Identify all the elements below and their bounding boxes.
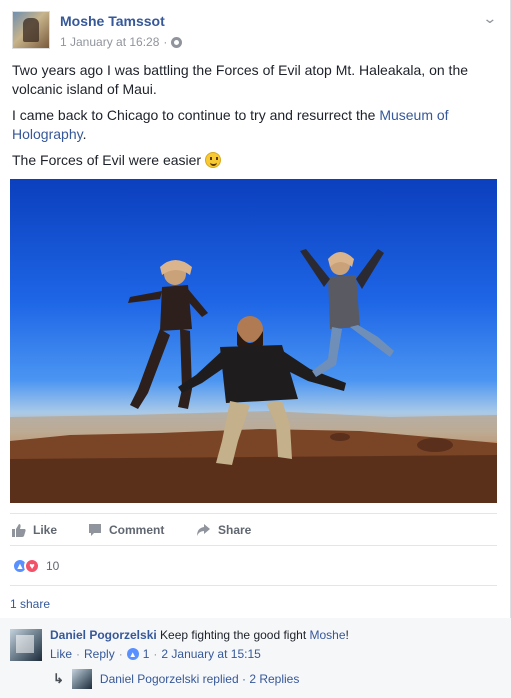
- share-button[interactable]: Share: [196, 523, 251, 537]
- comment-dot-3: ·: [153, 647, 158, 661]
- divider-top: [10, 513, 497, 514]
- author-avatar[interactable]: [12, 11, 50, 49]
- globe-icon[interactable]: [171, 36, 183, 48]
- reaction-count: 10: [46, 559, 60, 573]
- post-meta: 1 January at 16:28 ·: [60, 35, 183, 49]
- divider-reactions: [10, 585, 497, 586]
- replies-text: Daniel Pogorzelski replied · 2 Replies: [100, 672, 299, 686]
- comment-bubble-icon: [89, 524, 101, 536]
- p3-text: The Forces of Evil were easier: [12, 152, 205, 168]
- shares-count[interactable]: 1 share: [10, 597, 50, 611]
- share-label: Share: [218, 523, 252, 537]
- thumbs-up-icon: [12, 524, 26, 537]
- replies-count[interactable]: replied · 2 Replies: [199, 672, 300, 686]
- replier-name[interactable]: Daniel Pogorzelski: [100, 672, 199, 686]
- author-name[interactable]: Moshe Tamssot: [60, 13, 165, 29]
- post-text: Two years ago I was battling the Forces …: [12, 61, 492, 177]
- commenter-name[interactable]: Daniel Pogorzelski: [50, 628, 157, 642]
- post-paragraph-2: I came back to Chicago to continue to tr…: [12, 106, 492, 144]
- divider-actions: [10, 545, 497, 546]
- comment-like-count[interactable]: 1: [143, 647, 150, 661]
- smiley-emoji-icon: [204, 152, 221, 168]
- reactions-summary[interactable]: ▲ ♥ 10: [12, 558, 59, 574]
- replier-avatar: [71, 669, 92, 689]
- comment-label: Comment: [109, 523, 165, 537]
- comment-timestamp[interactable]: 2 January at 15:15: [161, 647, 260, 661]
- p2-end: .: [82, 126, 87, 142]
- comment-actions: Like · Reply · ▲ 1 · 2 January at 15:15: [50, 647, 261, 661]
- post-card: Moshe Tamssot 1 January at 16:28 · ⌄ Two…: [0, 0, 511, 698]
- post-photo[interactable]: [10, 179, 497, 503]
- comments-section: Daniel Pogorzelski Keep fighting the goo…: [0, 618, 511, 698]
- comment-like-count-icon: ▲: [126, 648, 139, 660]
- comment-dot-2: ·: [118, 647, 123, 661]
- comment-text: Keep fighting the good fight: [156, 628, 310, 642]
- replies-summary[interactable]: ↳ Daniel Pogorzelski replied · 2 Replies: [53, 669, 299, 689]
- comment-mention[interactable]: Moshe: [310, 628, 346, 642]
- love-reaction-icon: ♥: [24, 558, 40, 574]
- meta-separator: ·: [163, 35, 168, 49]
- commenter-avatar[interactable]: [10, 629, 42, 661]
- reply-arrow-icon: ↳: [53, 671, 64, 686]
- share-arrow-icon: [197, 524, 210, 536]
- like-button[interactable]: Like: [12, 523, 57, 537]
- comment-button[interactable]: Comment: [88, 523, 164, 537]
- photo-illustration: [10, 249, 497, 503]
- chevron-down-icon[interactable]: ⌄: [483, 10, 498, 27]
- post-paragraph-1: Two years ago I was battling the Forces …: [12, 62, 469, 97]
- comment-reply-link[interactable]: Reply: [84, 647, 115, 661]
- comment-body: Daniel Pogorzelski Keep fighting the goo…: [50, 628, 349, 642]
- comment-like-link[interactable]: Like: [50, 647, 72, 661]
- comment-dot-1: ·: [76, 647, 81, 661]
- like-label: Like: [33, 523, 58, 537]
- post-timestamp[interactable]: 1 January at 16:28: [60, 35, 159, 49]
- p2-text: I came back to Chicago to continue to tr…: [12, 107, 380, 123]
- comment-text-end: !: [345, 628, 349, 642]
- post-paragraph-3: The Forces of Evil were easier: [12, 151, 492, 170]
